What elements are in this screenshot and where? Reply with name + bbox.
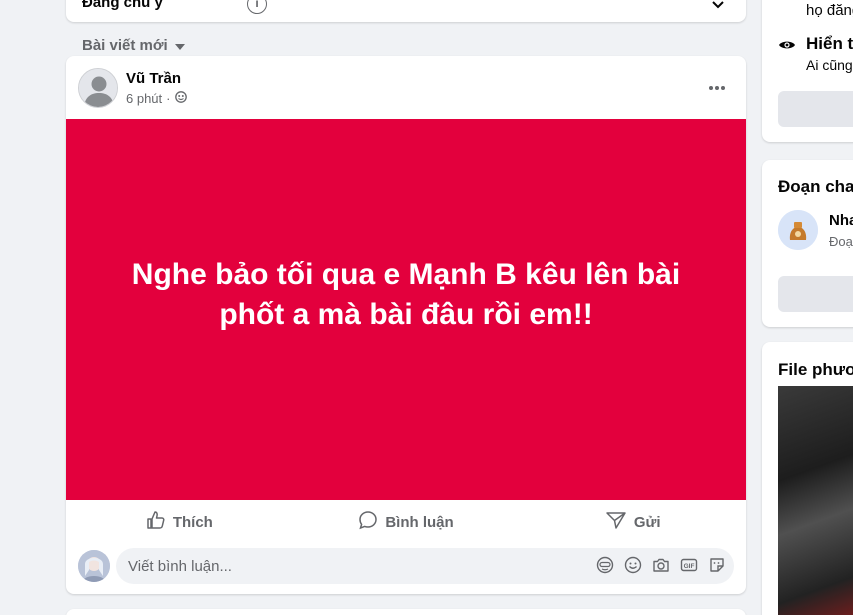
author-name[interactable]: Vũ Trần bbox=[126, 70, 181, 87]
sort-dropdown[interactable]: Bài viết mới bbox=[82, 35, 185, 55]
group-info-text: họ đăng bbox=[806, 2, 853, 19]
chat-name[interactable]: Nha bbox=[829, 212, 853, 229]
post-actions: Thích Bình luận Gửi bbox=[66, 500, 746, 544]
media-thumbnail[interactable] bbox=[778, 386, 853, 615]
media-files-title: File phươ bbox=[778, 360, 853, 379]
info-icon[interactable]: i bbox=[247, 0, 267, 14]
like-label: Thích bbox=[172, 513, 213, 531]
post-content: Nghe bảo tối qua e Mạnh B kêu lên bài ph… bbox=[131, 257, 681, 331]
chats-action-button[interactable] bbox=[778, 276, 853, 312]
chat-subtitle: Đoạ bbox=[829, 234, 853, 249]
sticker-icon[interactable] bbox=[708, 556, 726, 574]
comment-tools: GIF bbox=[596, 556, 726, 574]
comment-composer: GIF bbox=[78, 548, 734, 584]
gif-icon[interactable]: GIF bbox=[680, 556, 698, 574]
like-button[interactable]: Thích bbox=[66, 500, 293, 544]
eye-icon bbox=[778, 38, 796, 56]
comment-box[interactable]: GIF bbox=[116, 548, 734, 584]
group-info-card: họ đăng Hiển t Ai cũng bbox=[762, 0, 853, 142]
learn-more-button[interactable] bbox=[778, 91, 853, 127]
caret-down-icon bbox=[174, 37, 185, 54]
more-options-icon[interactable] bbox=[708, 78, 726, 96]
camera-icon[interactable] bbox=[652, 556, 670, 574]
like-icon bbox=[146, 510, 166, 534]
send-icon bbox=[605, 510, 627, 534]
visibility-desc: Ai cũng bbox=[806, 57, 853, 73]
comment-input[interactable] bbox=[128, 548, 528, 584]
post-card: Vũ Trần 6 phút · Nghe bảo tối qua e Mạnh bbox=[66, 56, 746, 594]
svg-text:GIF: GIF bbox=[684, 563, 695, 570]
comment-icon bbox=[358, 510, 378, 534]
post-meta: 6 phút · bbox=[126, 91, 187, 106]
featured-card[interactable]: Đáng chú ý i bbox=[66, 0, 746, 22]
sort-label: Bài viết mới bbox=[82, 36, 168, 54]
post-header: Vũ Trần 6 phút · bbox=[78, 68, 734, 110]
avatar-sticker-icon[interactable] bbox=[596, 556, 614, 574]
emoji-icon[interactable] bbox=[624, 556, 642, 574]
next-post-card bbox=[66, 609, 746, 615]
post-text-background[interactable]: Nghe bảo tối qua e Mạnh B kêu lên bài ph… bbox=[66, 119, 746, 500]
send-label: Gửi bbox=[633, 513, 661, 531]
comment-label: Bình luận bbox=[385, 513, 454, 531]
group-chats-title: Đoạn chat bbox=[778, 177, 853, 196]
post-time[interactable]: 6 phút bbox=[126, 91, 162, 106]
friends-privacy-icon[interactable] bbox=[174, 91, 187, 106]
group-chats-card: Đoạn chat Nha Đoạ bbox=[762, 160, 853, 327]
visibility-title: Hiển t bbox=[806, 34, 853, 53]
author-avatar[interactable] bbox=[78, 68, 118, 108]
comment-button[interactable]: Bình luận bbox=[293, 500, 520, 544]
send-button[interactable]: Gửi bbox=[519, 500, 746, 544]
current-user-avatar[interactable] bbox=[78, 550, 110, 582]
meta-separator: · bbox=[166, 91, 171, 106]
media-files-card: File phươ bbox=[762, 342, 853, 615]
featured-label: Đáng chú ý bbox=[82, 0, 163, 11]
chevron-down-icon[interactable] bbox=[712, 0, 724, 14]
chat-avatar[interactable] bbox=[778, 210, 818, 250]
